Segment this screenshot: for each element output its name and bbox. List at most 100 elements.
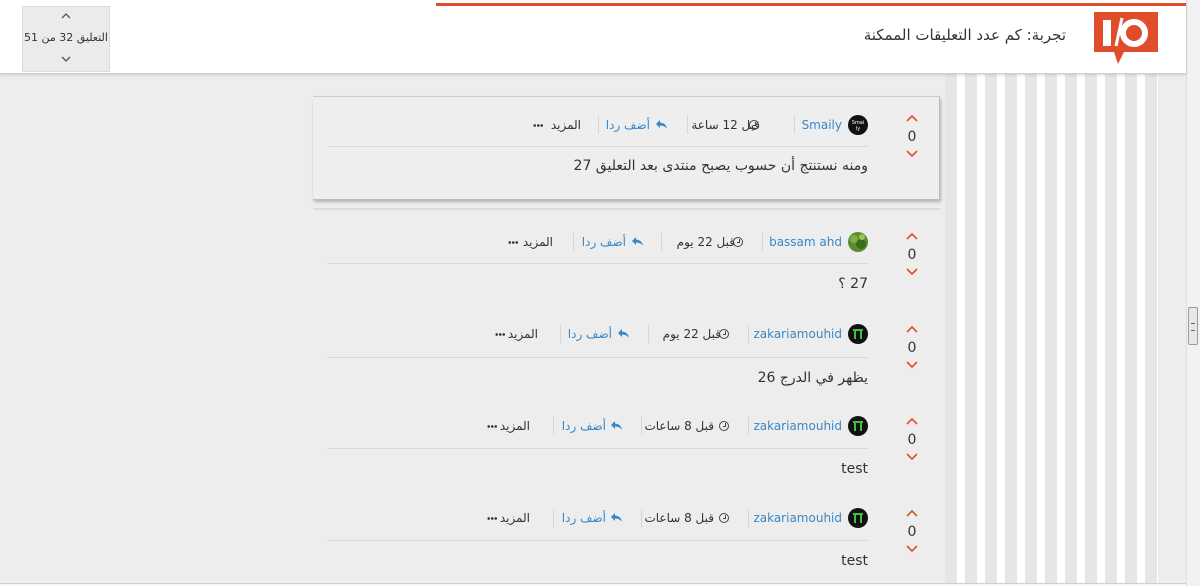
upvote-chevron-icon[interactable] [905,323,919,335]
vote-box: 0 [898,400,926,472]
more-dots-icon[interactable] [495,333,505,336]
downvote-chevron-icon[interactable] [905,359,919,371]
clock-icon [749,120,759,130]
accent-line [436,3,1186,6]
comment-position-label: التعليق 32 من 51 [24,31,108,44]
downvote-chevron-icon[interactable] [905,543,919,555]
more-dots-icon[interactable] [487,425,497,428]
divider [327,263,868,264]
more-button[interactable]: المزيد [523,235,553,249]
comment-item: 0 bassam ahd قبل 22 يوم أضف ردا المزيد 2… [313,215,940,307]
clock-icon [733,237,743,247]
scrollbar-thumb[interactable] [1188,307,1198,345]
divider [573,233,574,251]
more-dots-icon[interactable] [487,517,497,520]
more-button[interactable]: المزيد [508,327,538,341]
divider [553,417,554,435]
clock-icon [719,513,729,523]
divider [748,325,749,343]
divider [661,233,662,251]
comment-body: ومنه نستنتج أن حسوب يصبح منتدى بعد التعل… [573,158,868,174]
reply-button[interactable]: أضف ردا [562,511,606,525]
more-button[interactable]: المزيد [551,118,581,132]
divider [327,448,868,449]
page-scrollbar[interactable] [1186,0,1200,586]
svg-text:ly: ly [856,126,860,132]
decorative-stripes [945,74,1158,586]
avatar[interactable] [848,416,868,436]
avatar[interactable]: Smai ly [848,115,868,135]
comment-item: 0 zakariamouhid قبل 22 يوم أضف ردا المزي… [313,308,940,400]
top-bar: التعليق 32 من 51 تجربة: كم عدد التعليقات… [0,0,1186,74]
io-logo-icon[interactable] [1094,12,1158,66]
vote-count: 0 [907,524,917,540]
divider [687,116,688,134]
comment-time: قبل 8 ساعات [644,511,714,525]
more-button[interactable]: المزيد [500,511,530,525]
avatar[interactable] [848,508,868,528]
divider [553,509,554,527]
reply-icon[interactable] [610,512,623,523]
downvote-chevron-icon[interactable] [905,148,919,160]
comment-author-link[interactable]: zakariamouhid [753,511,842,525]
comment-navigator: التعليق 32 من 51 [22,6,110,72]
comment-time: قبل 22 يوم [662,327,721,341]
reply-button[interactable]: أضف ردا [568,327,612,341]
clock-icon [719,421,729,431]
divider [641,417,642,435]
vote-box: 0 [898,215,926,287]
reply-button[interactable]: أضف ردا [562,419,606,433]
vote-box: 0 [898,97,926,169]
divider [748,509,749,527]
page-title: تجربة: كم عدد التعليقات الممكنة [863,26,1066,44]
comment-author-link[interactable]: zakariamouhid [753,327,842,341]
comments-list: 0 Smai ly Smaily قبل 12 ساعة أضف ردا المز… [313,74,940,586]
comment-body: 27 ؟ [838,276,868,292]
upvote-chevron-icon[interactable] [905,230,919,242]
downvote-chevron-icon[interactable] [905,266,919,278]
downvote-chevron-icon[interactable] [905,451,919,463]
comment-item: 0 Smai ly Smaily قبل 12 ساعة أضف ردا المز… [313,97,940,189]
more-dots-icon[interactable] [508,241,518,244]
reply-icon[interactable] [631,236,644,247]
vote-count: 0 [907,432,917,448]
comment-body: test [841,461,868,477]
vote-count: 0 [907,340,917,356]
chevron-down-icon[interactable] [23,54,109,68]
comment-author-link[interactable]: bassam ahd [769,235,842,249]
comment-time: قبل 22 يوم [676,235,735,249]
vote-box: 0 [898,308,926,380]
divider [794,116,795,134]
comment-body: يظهر في الدرج 26 [757,370,868,386]
more-dots-icon[interactable] [533,124,543,127]
divider [327,357,868,358]
divider [648,325,649,343]
comment-item: 0 zakariamouhid قبل 8 ساعات أضف ردا المز… [313,400,940,492]
comment-body: test [841,553,868,569]
comment-author-link[interactable]: Smaily [802,118,842,132]
divider [762,233,763,251]
divider [748,417,749,435]
vote-count: 0 [907,247,917,263]
reply-icon[interactable] [610,420,623,431]
clock-icon [719,329,729,339]
divider [560,325,561,343]
reply-button[interactable]: أضف ردا [582,235,626,249]
reply-button[interactable]: أضف ردا [606,118,650,132]
more-button[interactable]: المزيد [500,419,530,433]
reply-icon[interactable] [617,328,630,339]
avatar[interactable] [848,324,868,344]
vote-box: 0 [898,492,926,564]
avatar[interactable] [848,232,868,252]
divider [641,509,642,527]
upvote-chevron-icon[interactable] [905,415,919,427]
comment-author-link[interactable]: zakariamouhid [753,419,842,433]
divider [327,540,868,541]
divider [313,208,940,210]
upvote-chevron-icon[interactable] [905,112,919,124]
upvote-chevron-icon[interactable] [905,507,919,519]
divider [598,116,599,134]
comment-item: 0 zakariamouhid قبل 8 ساعات أضف ردا المز… [313,492,940,584]
chevron-up-icon[interactable] [23,10,109,24]
reply-icon[interactable] [655,119,668,130]
